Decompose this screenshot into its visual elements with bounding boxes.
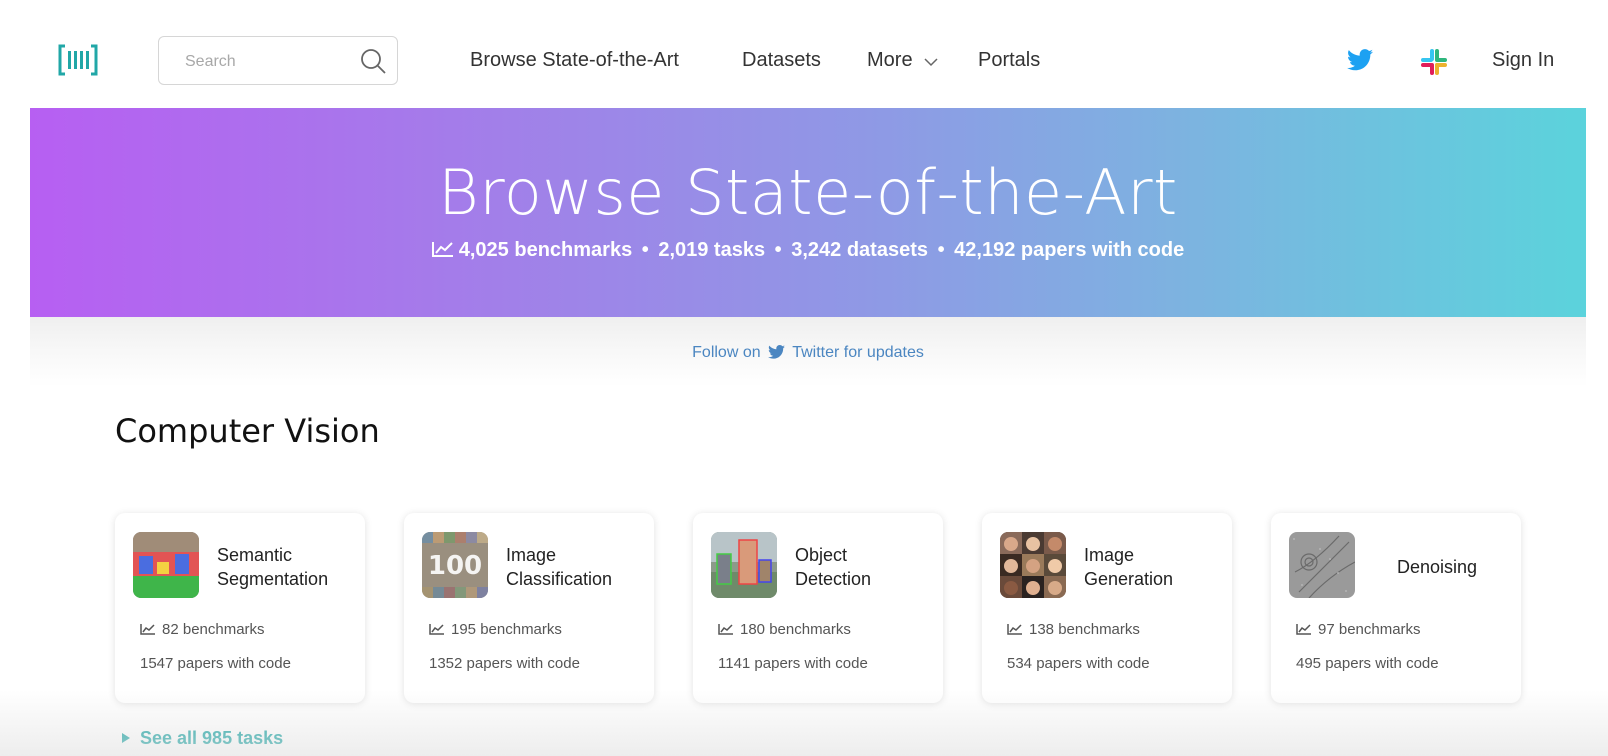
chart-line-icon <box>431 242 453 257</box>
semantic-segmentation-thumb-icon <box>133 532 199 598</box>
caret-right-icon <box>122 733 130 743</box>
search-box[interactable]: Search <box>158 36 398 85</box>
card-task-name[interactable]: Semantic Segmentation <box>217 543 328 591</box>
task-card-image-generation[interactable]: Image Generation 138 benchmarks 534 pape… <box>982 513 1232 703</box>
hero-separator: • <box>641 239 649 261</box>
chart-line-icon <box>1007 624 1022 635</box>
search-input[interactable]: Search <box>185 53 236 71</box>
follow-suffix: Twitter for updates <box>792 344 924 361</box>
card-benchmarks: 195 benchmarks <box>429 621 562 638</box>
card-task-name[interactable]: Image Classification <box>506 543 612 591</box>
card-papers: 534 papers with code <box>1007 655 1150 672</box>
denoising-thumb-icon <box>1289 532 1355 598</box>
chart-line-icon <box>140 624 155 635</box>
task-card-denoising[interactable]: Denoising 97 benchmarks 495 papers with … <box>1271 513 1521 703</box>
chart-line-icon <box>1296 624 1311 635</box>
nav-browse-sota[interactable]: Browse State-of-the-Art <box>470 49 679 72</box>
card-task-name[interactable]: Image Generation <box>1084 543 1173 591</box>
svg-text:100: 100 <box>428 551 482 581</box>
hero-benchmarks-count: 4,025 benchmarks <box>458 239 633 261</box>
card-papers: 1352 papers with code <box>429 655 580 672</box>
see-all-tasks-link[interactable]: See all 985 tasks <box>122 728 283 749</box>
object-detection-thumb-icon <box>711 532 777 598</box>
card-benchmarks: 97 benchmarks <box>1296 621 1421 638</box>
task-card-semantic-segmentation[interactable]: Semantic Segmentation 82 benchmarks 1547… <box>115 513 365 703</box>
card-papers: 1141 papers with code <box>718 655 868 672</box>
task-card-image-classification[interactable]: 100 Image Classification 195 benchmarks … <box>404 513 654 703</box>
hero-banner: Browse State-of-the-Art 4,025 benchmarks… <box>30 108 1586 317</box>
follow-band: Follow on Twitter for updates <box>30 317 1586 387</box>
navbar: Search Browse State-of-the-Art Datasets … <box>0 0 1608 108</box>
nav-datasets[interactable]: Datasets <box>742 49 821 72</box>
card-task-name[interactable]: Denoising <box>1397 555 1477 579</box>
section-title: Computer Vision <box>115 412 380 450</box>
image-generation-thumb-icon <box>1000 532 1066 598</box>
chart-line-icon <box>429 624 444 635</box>
hero-separator: • <box>774 239 782 261</box>
hero-stats: 4,025 benchmarks • 2,019 tasks • 3,242 d… <box>30 239 1586 262</box>
hero-papers-count: 42,192 papers with code <box>954 239 1185 261</box>
task-card-object-detection[interactable]: Object Detection 180 benchmarks 1141 pap… <box>693 513 943 703</box>
chart-line-icon <box>718 624 733 635</box>
nav-portals[interactable]: Portals <box>978 49 1040 72</box>
follow-twitter-link[interactable]: Follow on Twitter for updates <box>30 344 1586 362</box>
card-benchmarks: 180 benchmarks <box>718 621 851 638</box>
card-papers: 1547 papers with code <box>140 655 291 672</box>
hero-datasets-count: 3,242 datasets <box>791 239 928 261</box>
hero-tasks-count: 2,019 tasks <box>658 239 766 261</box>
chevron-down-icon[interactable] <box>924 58 938 67</box>
card-benchmarks: 138 benchmarks <box>1007 621 1140 638</box>
card-papers: 495 papers with code <box>1296 655 1439 672</box>
twitter-icon[interactable] <box>1347 49 1373 71</box>
nav-more[interactable]: More <box>867 49 913 72</box>
hero-title: Browse State-of-the-Art <box>438 156 1178 229</box>
image-classification-thumb-icon: 100 <box>422 532 488 598</box>
search-icon[interactable] <box>359 47 387 75</box>
follow-prefix: Follow on <box>692 344 761 361</box>
papers-with-code-logo-icon[interactable] <box>58 44 98 76</box>
twitter-icon <box>768 345 785 359</box>
card-task-name[interactable]: Object Detection <box>795 543 871 591</box>
hero-separator: • <box>937 239 945 261</box>
card-benchmarks: 82 benchmarks <box>140 621 265 638</box>
slack-icon[interactable] <box>1420 48 1448 76</box>
sign-in-link[interactable]: Sign In <box>1492 49 1554 72</box>
